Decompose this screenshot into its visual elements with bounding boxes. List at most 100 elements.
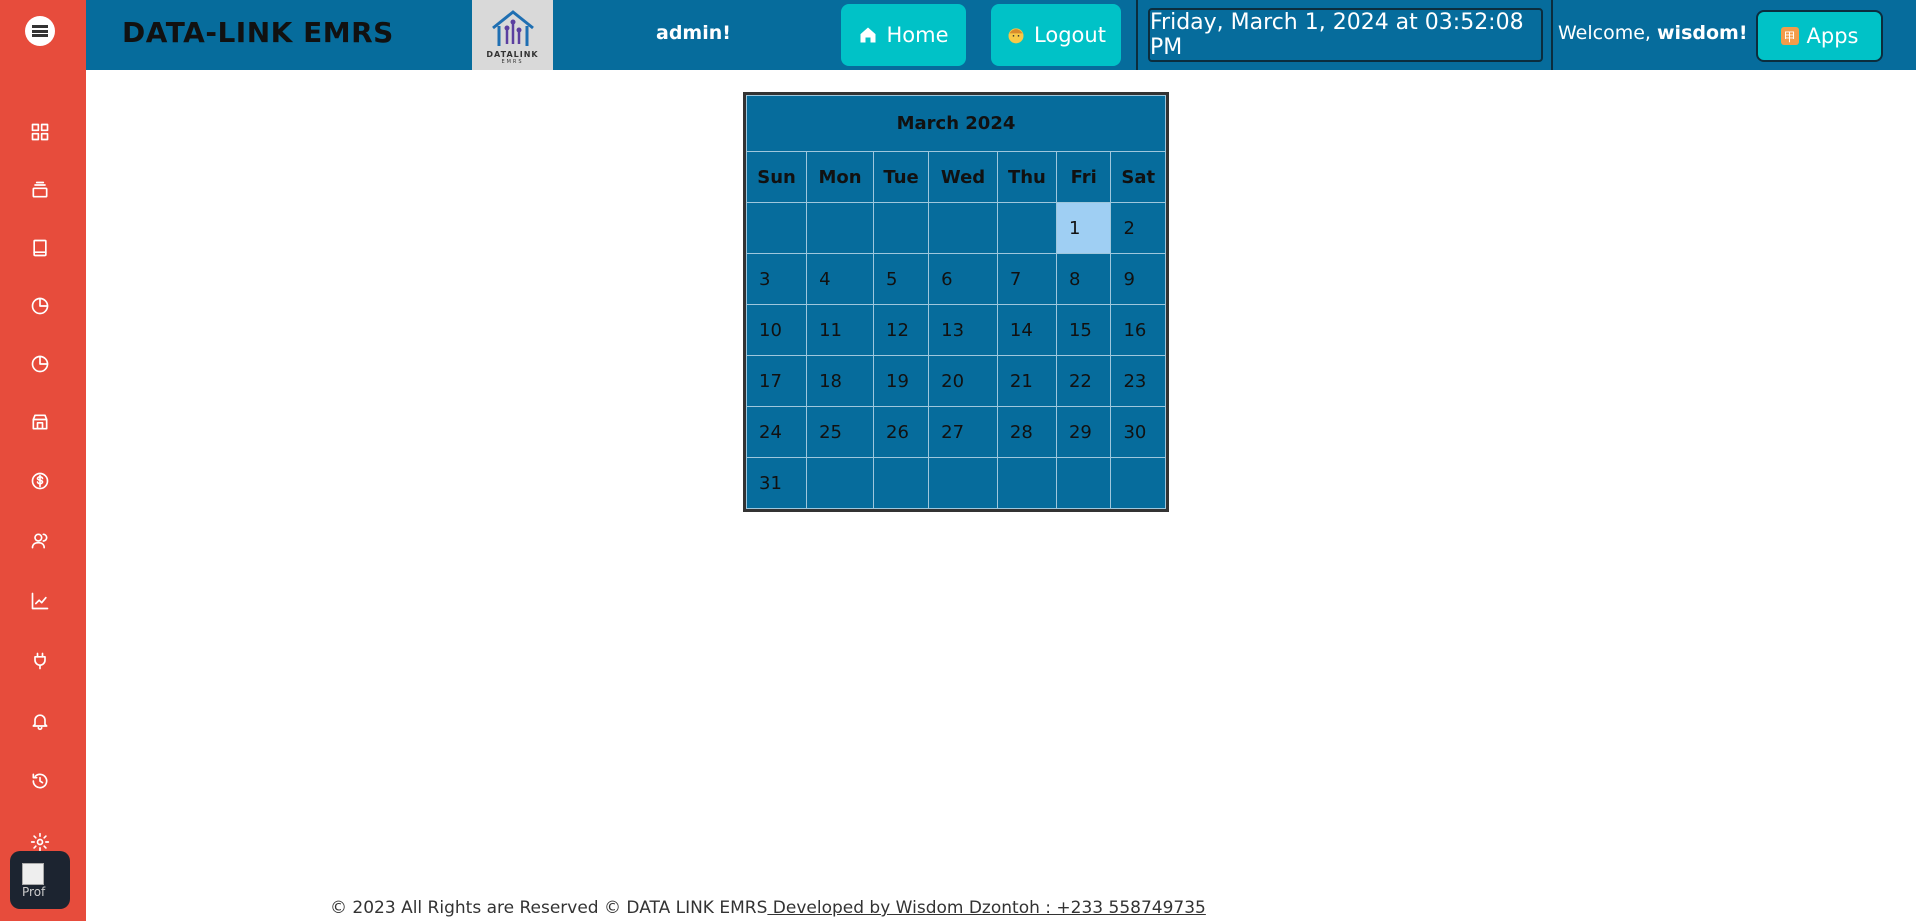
apps-button-label: Apps xyxy=(1806,24,1859,48)
users-icon[interactable] xyxy=(28,529,52,553)
house-circuit-icon xyxy=(491,9,534,46)
top-header: DATA-LINK EMRS DATALINK EMRS admin! Home… xyxy=(86,0,1916,70)
weekday-header: Sat xyxy=(1110,151,1166,203)
home-button[interactable]: Home xyxy=(841,4,966,66)
calendar-table: March 2024 Sun Mon Tue Wed Thu Fri Sat 1234567… xyxy=(745,95,1166,509)
weekday-header: Sun xyxy=(745,151,808,203)
calendar-day[interactable]: 14 xyxy=(996,304,1057,356)
calendar-day[interactable]: 12 xyxy=(873,304,930,356)
calendar-day[interactable]: 26 xyxy=(873,406,930,458)
calendar-body: 1 2 3 4 5 6 7 8 9 10 11 12 13 14 15 16 17 18 19 20 21 22 23 24 2… xyxy=(745,202,1166,509)
footer: © 2023 All Rights are Reserved © DATA LI… xyxy=(330,898,1206,918)
current-datetime: Friday, March 1, 2024 at 03:52:08 PM xyxy=(1148,8,1543,62)
calendar-day[interactable]: 8 xyxy=(1055,253,1112,305)
weekday-header: Tue xyxy=(873,151,930,203)
dollar-icon[interactable] xyxy=(28,469,52,493)
welcome-message: Welcome, wisdom! xyxy=(1558,22,1748,44)
calendar-day[interactable]: 15 xyxy=(1055,304,1112,356)
calendar-empty-cell xyxy=(745,202,808,254)
calendar-empty-cell xyxy=(996,202,1057,254)
calendar-week-row: 24 25 26 27 28 29 30 xyxy=(745,406,1166,458)
plug-icon[interactable] xyxy=(28,649,52,673)
calendar-day[interactable]: 16 xyxy=(1110,304,1166,356)
sidebar: Prof xyxy=(0,0,86,921)
calendar-day[interactable]: 3 xyxy=(745,253,808,305)
grid-icon[interactable] xyxy=(28,120,52,144)
calendar-day[interactable]: 25 xyxy=(806,406,875,458)
developer-link[interactable]: Developed by Wisdom Dzontoh : +233 55874… xyxy=(767,898,1206,918)
calendar: March 2024 Sun Mon Tue Wed Thu Fri Sat 1234567… xyxy=(743,92,1169,512)
weekday-header: Thu xyxy=(996,151,1057,203)
calendar-day[interactable]: 7 xyxy=(996,253,1057,305)
calendar-day[interactable]: 21 xyxy=(996,355,1057,407)
calendar-week-row: 3456789 xyxy=(745,253,1166,305)
store-icon[interactable] xyxy=(28,410,52,434)
calendar-day[interactable]: 2 xyxy=(1110,202,1166,254)
line-chart-icon[interactable] xyxy=(28,589,52,613)
copyright-text: © 2023 All Rights are Reserved © DATA LI… xyxy=(330,898,768,918)
calendar-day[interactable]: 6 xyxy=(928,253,998,305)
menu-toggle-icon[interactable] xyxy=(25,16,55,46)
apps-icon: 甲 xyxy=(1780,27,1799,45)
calendar-day[interactable]: 22 xyxy=(1055,355,1112,407)
calendar-day[interactable]: 31 xyxy=(745,457,808,509)
calendar-empty-cell xyxy=(1110,457,1166,509)
stack-icon[interactable] xyxy=(28,178,52,202)
calendar-day[interactable]: 10 xyxy=(745,304,808,356)
bell-icon[interactable] xyxy=(28,709,52,733)
calendar-empty-cell xyxy=(928,202,998,254)
logout-button-label: Logout xyxy=(1034,23,1106,47)
profile-alt-text: Prof xyxy=(22,885,46,899)
calendar-week-row: 17 18 19 20 21 22 23 xyxy=(745,355,1166,407)
header-divider xyxy=(1136,0,1138,70)
welcome-prefix: Welcome, xyxy=(1558,22,1651,44)
calendar-empty-cell xyxy=(806,457,875,509)
calendar-day[interactable]: 5 xyxy=(873,253,930,305)
calendar-empty-cell xyxy=(996,457,1057,509)
calendar-month-title: March 2024 xyxy=(746,95,1166,152)
logout-face-icon xyxy=(1008,28,1024,44)
calendar-day[interactable]: 1 xyxy=(1055,202,1112,254)
apps-button[interactable]: 甲 Apps xyxy=(1756,10,1883,62)
calendar-day[interactable]: 11 xyxy=(806,304,875,356)
weekday-header: Wed xyxy=(928,151,998,203)
calendar-day[interactable]: 24 xyxy=(745,406,808,458)
calendar-day[interactable]: 20 xyxy=(928,355,998,407)
calendar-day[interactable]: 27 xyxy=(928,406,998,458)
logo-text: DATALINK xyxy=(486,49,539,59)
calendar-week-row: 31 xyxy=(745,457,1166,509)
home-button-label: Home xyxy=(886,23,949,47)
weekday-header-row: Sun Mon Tue Wed Thu Fri Sat xyxy=(745,151,1166,203)
weekday-header: Mon xyxy=(806,151,875,203)
calendar-day[interactable]: 30 xyxy=(1110,406,1166,458)
calendar-day[interactable]: 9 xyxy=(1110,253,1166,305)
calendar-day[interactable]: 19 xyxy=(873,355,930,407)
pie-chart-icon[interactable] xyxy=(28,294,52,318)
calendar-day[interactable]: 23 xyxy=(1110,355,1166,407)
welcome-username: wisdom! xyxy=(1657,22,1748,44)
book-icon[interactable] xyxy=(28,236,52,260)
calendar-empty-cell xyxy=(873,457,930,509)
calendar-day[interactable]: 13 xyxy=(928,304,998,356)
calendar-week-row: 10 11 12 13 14 15 16 xyxy=(745,304,1166,356)
history-icon[interactable] xyxy=(28,769,52,793)
calendar-empty-cell xyxy=(1055,457,1112,509)
datalink-logo: DATALINK EMRS xyxy=(472,0,553,70)
calendar-empty-cell xyxy=(928,457,998,509)
calendar-week-row: 12 xyxy=(745,202,1166,254)
home-icon xyxy=(860,27,876,43)
logout-button[interactable]: Logout xyxy=(991,4,1121,66)
user-role-label: admin! xyxy=(656,22,731,44)
calendar-day[interactable]: 17 xyxy=(745,355,808,407)
calendar-day[interactable]: 18 xyxy=(806,355,875,407)
weekday-header: Fri xyxy=(1055,151,1112,203)
calendar-day[interactable]: 4 xyxy=(806,253,875,305)
broken-image-icon xyxy=(22,863,44,885)
calendar-day[interactable]: 29 xyxy=(1055,406,1112,458)
header-divider xyxy=(1551,0,1553,70)
calendar-day[interactable]: 28 xyxy=(996,406,1057,458)
profile-avatar[interactable]: Prof xyxy=(10,851,70,909)
calendar-empty-cell xyxy=(873,202,930,254)
pie-chart-icon[interactable] xyxy=(28,352,52,376)
logo-subtext: EMRS xyxy=(501,58,524,65)
